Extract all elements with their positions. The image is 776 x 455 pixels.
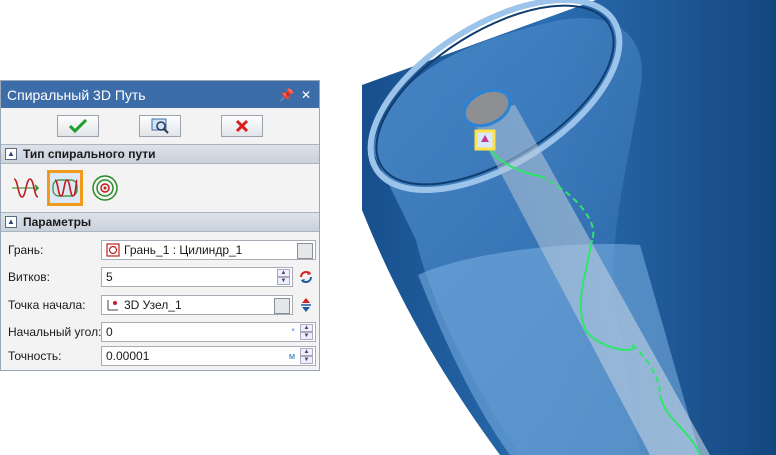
start-angle-label: Начальный угол: bbox=[8, 325, 102, 339]
cylindrical-helix-icon bbox=[52, 179, 78, 197]
turns-label: Витков: bbox=[8, 270, 50, 284]
turns-value: 5 bbox=[106, 270, 113, 284]
accuracy-unit: м bbox=[288, 351, 295, 361]
swap-start-button[interactable] bbox=[297, 296, 315, 314]
cross-icon bbox=[235, 119, 249, 133]
section-parameters[interactable]: ▲ Параметры bbox=[1, 212, 319, 232]
section-spiral-type[interactable]: ▲ Тип спирального пути bbox=[1, 144, 319, 164]
spiral-type-selector bbox=[1, 164, 319, 212]
accuracy-value: 0.00001 bbox=[106, 349, 150, 363]
command-row bbox=[1, 108, 319, 144]
dialog-title: Спиральный 3D Путь bbox=[7, 86, 146, 103]
start-angle-input[interactable]: 0 ° ▲ ▼ bbox=[101, 322, 316, 342]
preview-magnifier-icon bbox=[151, 118, 169, 134]
type-linear-helix-button[interactable] bbox=[7, 170, 43, 206]
param-row-face: Грань: Грань_1 : Цилиндр_1 bbox=[1, 239, 319, 261]
collapse-icon[interactable]: ▲ bbox=[5, 148, 17, 160]
type-cylindrical-helix-button[interactable] bbox=[47, 170, 83, 206]
param-row-accuracy: Точность: 0.00001 м ▲ ▼ bbox=[1, 345, 319, 367]
accuracy-label: Точность: bbox=[8, 349, 62, 363]
cancel-button[interactable] bbox=[221, 115, 263, 137]
start-point-value: 3D Узел_1 bbox=[124, 298, 182, 312]
section-spiral-type-label: Тип спирального пути bbox=[23, 147, 156, 161]
face-label: Грань: bbox=[8, 243, 44, 257]
swap-vertical-icon bbox=[301, 298, 311, 312]
planar-spiral-icon bbox=[92, 175, 118, 201]
param-row-start-angle: Начальный угол: 0 ° ▲ ▼ bbox=[1, 321, 319, 343]
linear-helix-icon bbox=[12, 178, 40, 198]
accuracy-spinner[interactable]: ▲ ▼ bbox=[300, 348, 313, 364]
start-point-field[interactable]: 3D Узел_1 bbox=[101, 295, 293, 315]
preview-button[interactable] bbox=[139, 115, 181, 137]
face-value: Грань_1 : Цилиндр_1 bbox=[124, 243, 243, 257]
face-cylinder-icon bbox=[106, 243, 120, 257]
start-angle-value: 0 bbox=[106, 325, 113, 339]
face-field[interactable]: Грань_1 : Цилиндр_1 bbox=[101, 240, 316, 260]
collapse-icon[interactable]: ▲ bbox=[5, 216, 17, 228]
start-point-label: Точка начала: bbox=[8, 298, 86, 312]
turns-spinner[interactable]: ▲ ▼ bbox=[277, 269, 290, 285]
reverse-direction-button[interactable] bbox=[297, 268, 315, 286]
param-row-turns: Витков: 5 ▲ ▼ bbox=[1, 266, 319, 288]
clear-start-point-icon[interactable] bbox=[274, 298, 290, 314]
start-angle-unit: ° bbox=[291, 327, 295, 337]
pin-icon[interactable]: 📌 bbox=[279, 88, 294, 102]
refresh-arrows-icon bbox=[300, 271, 312, 283]
param-row-start-point: Точка начала: 3D Узел_1 bbox=[1, 294, 319, 316]
ok-button[interactable] bbox=[57, 115, 99, 137]
type-planar-spiral-button[interactable] bbox=[87, 170, 123, 206]
start-angle-spinner[interactable]: ▲ ▼ bbox=[300, 324, 313, 340]
clear-face-icon[interactable] bbox=[297, 243, 313, 259]
turns-input[interactable]: 5 ▲ ▼ bbox=[101, 267, 293, 287]
close-icon[interactable]: ✕ bbox=[299, 88, 313, 102]
3d-node-icon bbox=[107, 300, 118, 311]
section-parameters-label: Параметры bbox=[23, 215, 92, 229]
accuracy-input[interactable]: 0.00001 м ▲ ▼ bbox=[101, 346, 316, 366]
spiral-3d-path-dialog: Спиральный 3D Путь 📌 ✕ ▲ Тип спирального… bbox=[0, 80, 320, 371]
checkmark-icon bbox=[69, 119, 87, 133]
dialog-titlebar: Спиральный 3D Путь 📌 ✕ bbox=[1, 81, 319, 108]
